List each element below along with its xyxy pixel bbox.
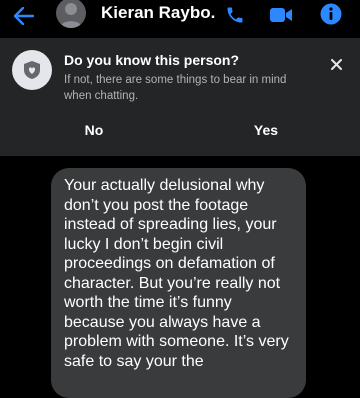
close-icon <box>330 58 342 70</box>
avatar[interactable] <box>56 0 86 28</box>
prompt-title: Do you know this person? <box>64 52 240 68</box>
info-icon <box>320 3 342 25</box>
yes-button[interactable]: Yes <box>206 116 326 144</box>
message-text: Your actually delusional why don’t you p… <box>64 177 289 370</box>
message-bubble[interactable]: Your actually delusional why don’t you p… <box>51 168 306 398</box>
no-button[interactable]: No <box>34 116 154 144</box>
person-silhouette-icon <box>60 3 82 28</box>
unknown-contact-prompt: Do you know this person? If not, there a… <box>0 38 360 156</box>
conversation-header: Kieran Raybo... <box>0 0 360 36</box>
close-button[interactable] <box>326 54 346 74</box>
video-camera-icon <box>270 8 292 22</box>
contact-name[interactable]: Kieran Raybo... <box>101 3 216 23</box>
call-button[interactable] <box>222 2 248 28</box>
shield-heart-icon <box>24 61 40 79</box>
arrow-left-icon <box>14 7 34 25</box>
video-call-button[interactable] <box>266 2 296 28</box>
back-button[interactable] <box>10 2 38 30</box>
phone-icon <box>227 7 243 23</box>
info-button[interactable] <box>318 1 344 27</box>
prompt-subtitle: If not, there are some things to bear in… <box>64 74 287 102</box>
shield-avatar <box>12 50 52 90</box>
